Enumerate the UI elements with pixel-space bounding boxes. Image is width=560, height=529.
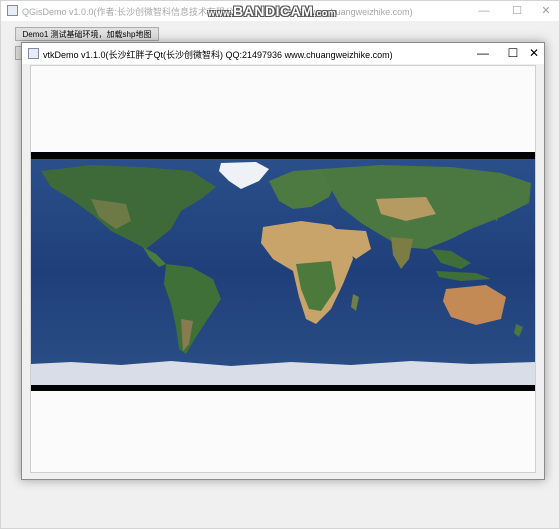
antarctica — [31, 361, 535, 385]
vtk-titlebar[interactable]: vtkDemo v1.1.0(长沙红胖子Qt(长沙创微智科) QQ:214979… — [22, 43, 544, 64]
vtk-window-title: vtkDemo v1.1.0(长沙红胖子Qt(长沙创微智科) QQ:214979… — [43, 50, 393, 60]
background-close-button[interactable]: ✕ — [531, 1, 560, 21]
world-map-band — [31, 152, 535, 391]
vtk-close-button[interactable]: ✕ — [519, 43, 549, 64]
watermark-prefix: www. — [208, 8, 234, 18]
app-icon — [7, 5, 18, 16]
vtk-render-area[interactable] — [30, 65, 536, 473]
background-minimize-button[interactable]: — — [469, 1, 499, 21]
bandicam-watermark: www.BANDICAM.com — [208, 3, 336, 19]
vtk-window: vtkDemo v1.1.0(长沙红胖子Qt(长沙创微智科) QQ:214979… — [21, 42, 545, 480]
vtk-app-icon — [28, 48, 39, 59]
background-maximize-button[interactable]: ☐ — [502, 1, 532, 21]
watermark-brand: BANDICAM — [233, 3, 314, 19]
world-map-image — [31, 159, 535, 385]
vtk-minimize-button[interactable]: — — [468, 43, 498, 64]
demo1-button[interactable]: Demo1 测试基础环境，加载shp地图 — [15, 27, 159, 41]
watermark-suffix: .com — [313, 8, 337, 18]
